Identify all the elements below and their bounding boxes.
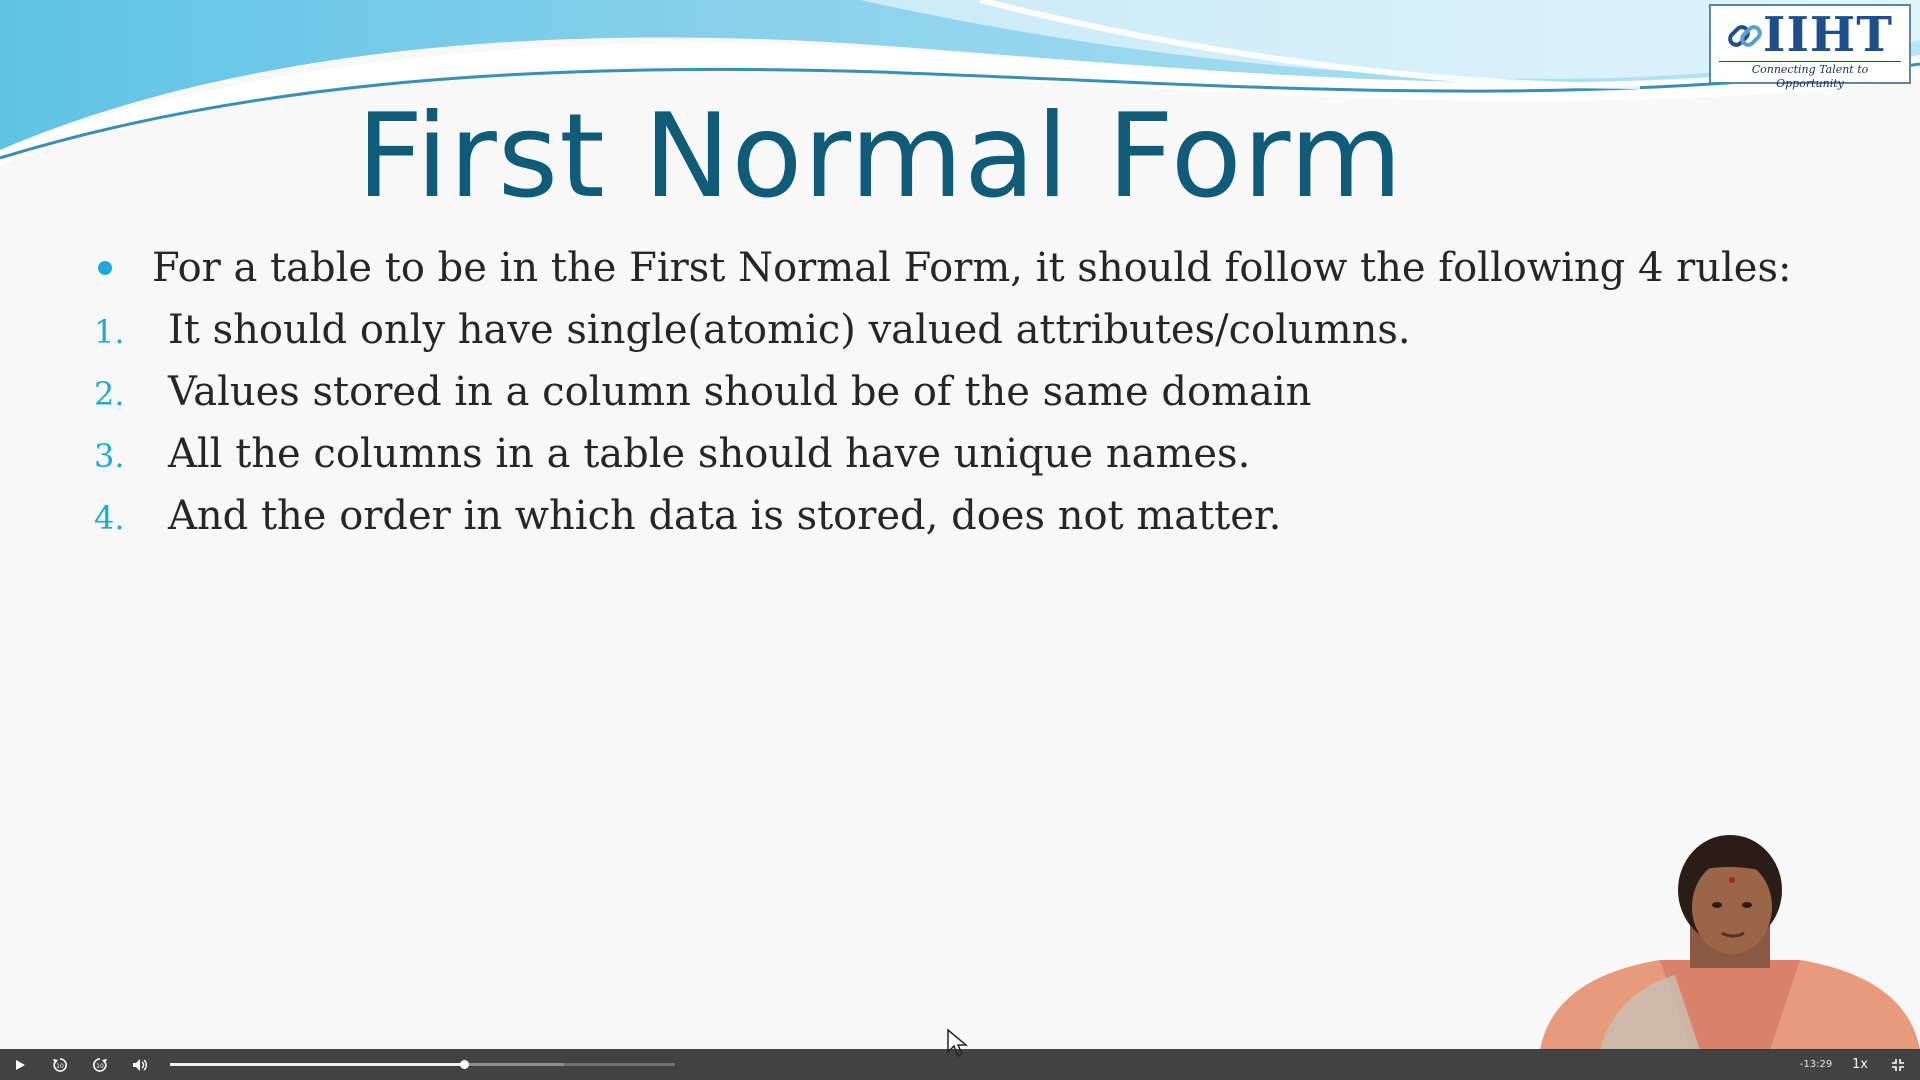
exit-fullscreen-button[interactable] <box>1884 1049 1912 1080</box>
rules-list: 1. It should only have single(atomic) va… <box>94 305 1411 553</box>
video-player[interactable]: IIHT Connecting Talent to Opportunity Fi… <box>0 0 1920 1080</box>
intro-bullet: For a table to be in the First Normal Fo… <box>98 243 1791 293</box>
rule-number: 4. <box>94 499 125 537</box>
rule-text: Values stored in a column should be of t… <box>168 369 1312 415</box>
play-icon <box>16 1059 25 1070</box>
chain-link-icon <box>1728 25 1762 47</box>
bullet-dot-icon <box>98 261 112 275</box>
rule-item: 1. It should only have single(atomic) va… <box>94 305 1411 367</box>
rule-number: 1. <box>94 313 125 351</box>
logo-tagline: Connecting Talent to Opportunity <box>1719 61 1901 91</box>
volume-icon <box>133 1058 147 1071</box>
slide-title: First Normal Form <box>356 89 1404 224</box>
progress-scrubber-handle[interactable] <box>460 1060 470 1069</box>
rewind-10-button[interactable]: 10 <box>46 1049 74 1080</box>
time-remaining-text: -13:29 <box>1799 1059 1833 1070</box>
rule-item: 4. And the order in which data is stored… <box>94 491 1411 553</box>
playback-speed-text: 1x <box>1852 1057 1868 1072</box>
forward-10-button[interactable]: 10 <box>86 1049 114 1080</box>
rule-number: 3. <box>94 437 125 475</box>
svg-text:10: 10 <box>56 1063 64 1070</box>
rule-number: 2. <box>94 375 125 413</box>
player-control-bar: 10 10 -13:29 1x <box>0 1049 1920 1080</box>
forward-10-icon: 10 <box>93 1057 107 1072</box>
progress-played <box>170 1063 465 1066</box>
playback-speed-button[interactable]: 1x <box>1846 1049 1874 1080</box>
play-button[interactable] <box>8 1049 32 1080</box>
presenter-video <box>1540 835 1920 1050</box>
time-remaining: -13:29 <box>1790 1049 1842 1080</box>
progress-buffered <box>464 1063 564 1066</box>
rewind-10-icon: 10 <box>53 1057 67 1072</box>
progress-bar[interactable] <box>170 1060 675 1069</box>
intro-bullet-text: For a table to be in the First Normal Fo… <box>152 245 1792 291</box>
rule-text: It should only have single(atomic) value… <box>168 307 1411 353</box>
logo-name: IIHT <box>1763 7 1893 63</box>
rule-item: 2. Values stored in a column should be o… <box>94 367 1411 429</box>
rule-text: And the order in which data is stored, d… <box>168 493 1282 539</box>
exit-fullscreen-icon <box>1892 1058 1904 1071</box>
svg-text:10: 10 <box>96 1063 104 1070</box>
rule-text: All the columns in a table should have u… <box>168 431 1251 477</box>
iiht-logo: IIHT Connecting Talent to Opportunity <box>1709 4 1911 90</box>
rule-item: 3. All the columns in a table should hav… <box>94 429 1411 491</box>
volume-button[interactable] <box>126 1049 154 1080</box>
